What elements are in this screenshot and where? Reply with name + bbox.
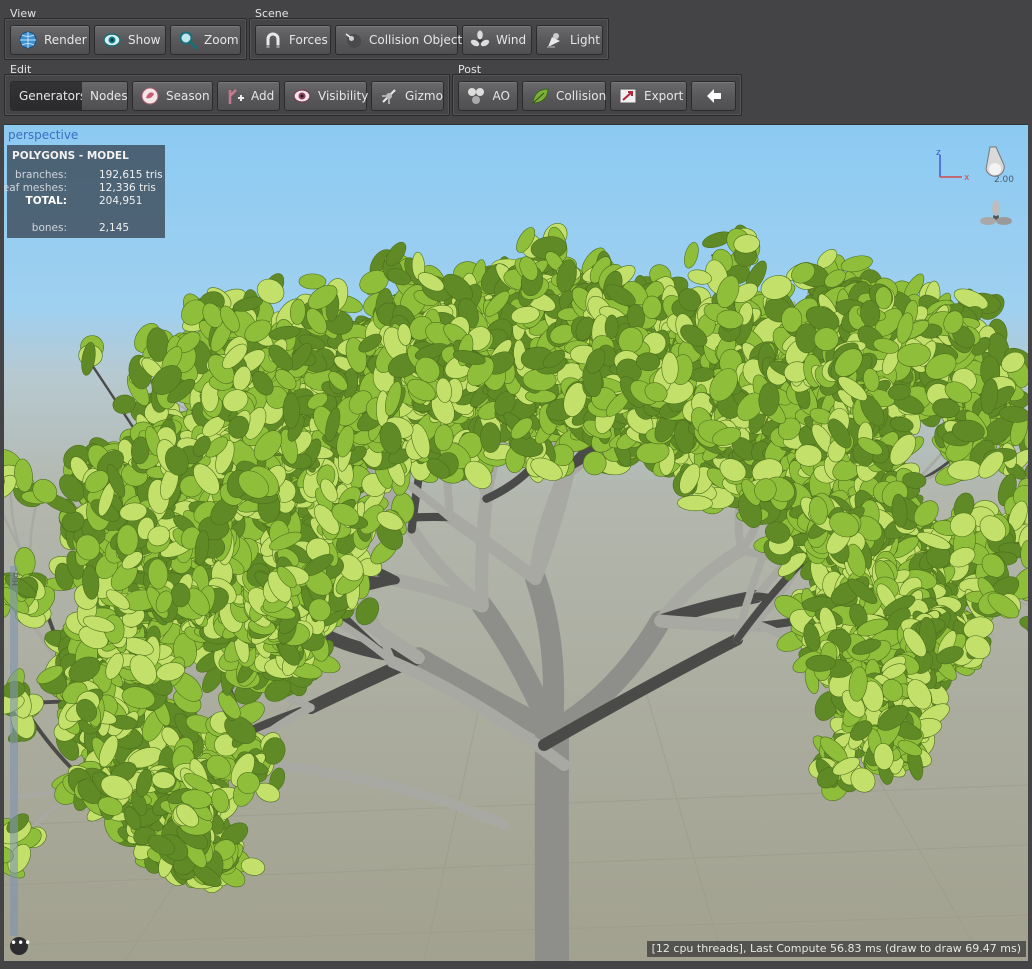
stats-title: POLYGONS - MODEL <box>12 150 129 162</box>
wind-direction-icon[interactable] <box>978 199 1014 235</box>
forces-label: Forces <box>289 33 328 47</box>
edit-group: Edit Generators Nodes Season Add Visibil… <box>4 60 450 116</box>
show-label: Show <box>128 33 161 47</box>
spotlight-icon <box>544 29 564 51</box>
add-label: Add <box>251 89 275 103</box>
fan-icon <box>470 29 490 51</box>
tab-generators[interactable]: Generators <box>11 82 86 110</box>
magnifier-icon <box>178 29 198 51</box>
back-button[interactable] <box>691 81 736 111</box>
stats-row-leaf-meshes: leaf meshes: 12,336 tris <box>4 182 156 194</box>
gizmo-icon <box>379 85 399 107</box>
more-options-button[interactable]: ••• <box>10 937 31 955</box>
axis-x-label: x <box>964 173 970 183</box>
globe-icon <box>18 29 38 51</box>
collision-objects-button[interactable]: Collision Objects <box>335 25 468 55</box>
compute-status: [12 cpu threads], Last Compute 56.83 ms … <box>646 941 1026 957</box>
ruler-label: Hig <box>11 573 20 586</box>
3d-viewport[interactable]: perspective POLYGONS - MODEL branches: 1… <box>4 124 1028 961</box>
scene-group: Scene Forces Collision Objects Wind Ligh… <box>249 4 609 60</box>
tab-nodes[interactable]: Nodes <box>82 82 127 110</box>
eye-icon <box>102 29 122 51</box>
light-intensity-value: 2.00 <box>993 175 1014 185</box>
gizmo-button[interactable]: Gizmo <box>371 81 444 111</box>
tree-render <box>4 125 1028 961</box>
sphere-icon <box>343 29 363 51</box>
export-icon <box>618 85 638 107</box>
ao-label: AO <box>492 89 510 103</box>
add-button[interactable]: Add <box>217 81 280 111</box>
ao-icon <box>466 85 487 107</box>
edit-mode-toggle: Generators Nodes <box>10 81 128 111</box>
collision-label: Collision <box>556 89 607 103</box>
season-label: Season <box>166 89 210 103</box>
export-label: Export <box>644 89 684 103</box>
render-button[interactable]: Render <box>10 25 90 55</box>
left-arrow-icon <box>703 85 725 107</box>
visibility-button[interactable]: Visibility <box>284 81 369 111</box>
axis-z-label: z <box>936 148 941 158</box>
zoom-button[interactable]: Zoom <box>170 25 241 55</box>
eye-icon <box>292 85 312 107</box>
gizmo-label: Gizmo <box>405 89 443 103</box>
add-node-icon <box>225 85 245 107</box>
export-button[interactable]: Export <box>610 81 687 111</box>
season-icon <box>140 85 160 107</box>
collision-button[interactable]: Collision <box>522 81 606 111</box>
axis-gizmo[interactable]: z x <box>932 147 972 183</box>
show-button[interactable]: Show <box>94 25 166 55</box>
light-button[interactable]: Light <box>536 25 603 55</box>
height-ruler: Hig <box>8 566 20 936</box>
stats-row-bones: bones: 2,145 <box>31 222 130 234</box>
ao-button[interactable]: AO <box>458 81 518 111</box>
season-button[interactable]: Season <box>132 81 213 111</box>
wind-label: Wind <box>496 33 527 47</box>
forces-button[interactable]: Forces <box>255 25 331 55</box>
render-label: Render <box>44 33 87 47</box>
zoom-label: Zoom <box>204 33 239 47</box>
wind-button[interactable]: Wind <box>462 25 532 55</box>
post-group: Post AO Collision Export <box>452 60 742 116</box>
polygon-stats-panel: POLYGONS - MODEL branches: 192,615 tris … <box>4 145 165 238</box>
light-label: Light <box>570 33 600 47</box>
view-group: View Render Show Zoom <box>4 4 247 60</box>
visibility-label: Visibility <box>318 89 369 103</box>
leaf-icon <box>530 85 550 107</box>
collision-objects-label: Collision Objects <box>369 33 469 47</box>
stats-row-branches: branches: 192,615 tris <box>15 169 163 181</box>
stats-row-total: TOTAL: 204,951 <box>25 195 143 207</box>
camera-label: perspective <box>8 128 79 142</box>
magnet-icon <box>263 29 283 51</box>
